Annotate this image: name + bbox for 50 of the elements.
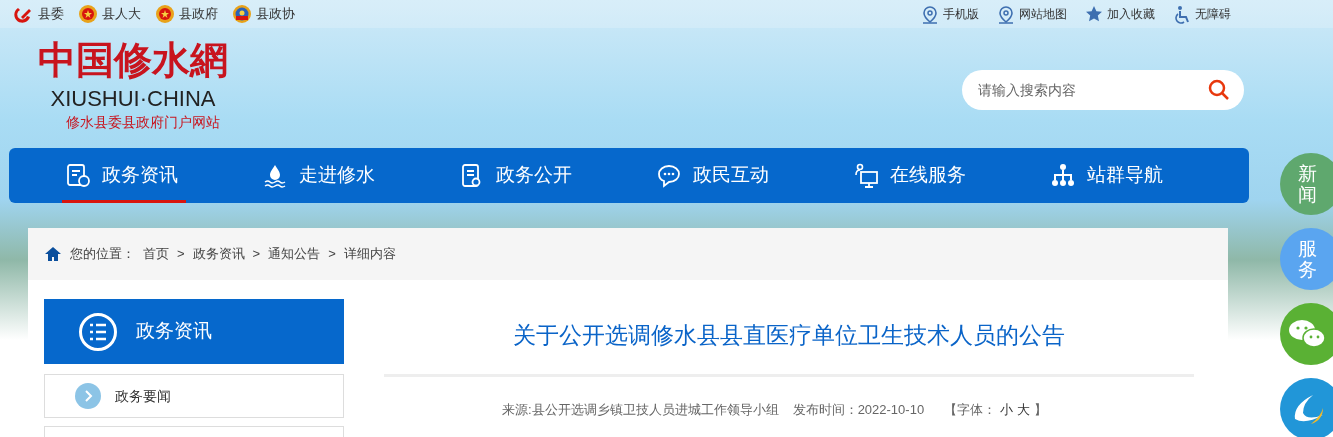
sitemap-icon bbox=[1051, 162, 1077, 189]
font-small-link[interactable]: 小 bbox=[1000, 400, 1014, 420]
search-field[interactable]: 请输入搜索内容 bbox=[962, 70, 1244, 110]
wechat-icon bbox=[1287, 318, 1327, 350]
logo-title: 中国修水網 bbox=[37, 36, 229, 84]
top-link[interactable]: 加入收藏 bbox=[1107, 5, 1155, 23]
document-icon bbox=[66, 162, 92, 189]
logo-english: XIUSHUI·CHINA bbox=[50, 86, 216, 112]
sidebar-item[interactable]: 政务要闻 bbox=[44, 374, 344, 418]
location-pin-icon bbox=[997, 4, 1015, 24]
top-link[interactable]: 县政府 bbox=[179, 4, 218, 24]
breadcrumb-link[interactable]: 详细内容 bbox=[343, 244, 396, 264]
sidebar-title: 政务资讯 bbox=[136, 319, 212, 344]
article-source: 来源:县公开选调乡镇卫技人员进城工作领导小组 bbox=[502, 401, 779, 419]
publish-date: 发布时间：2022-10-10 bbox=[792, 401, 925, 419]
font-size-label: 【字体： bbox=[944, 401, 997, 419]
home-icon bbox=[44, 246, 62, 262]
top-link[interactable]: 县委 bbox=[38, 4, 64, 24]
breadcrumb-separator: > bbox=[252, 245, 261, 264]
logo-subtitle: 修水县委县政府门户网站 bbox=[66, 113, 220, 132]
chat-bubble-icon bbox=[657, 162, 683, 189]
location-pin-icon bbox=[921, 4, 939, 24]
breadcrumb-link[interactable]: 政务资讯 bbox=[192, 244, 245, 264]
breadcrumb-separator: > bbox=[328, 245, 336, 264]
bracket-text: 】 bbox=[1034, 401, 1048, 419]
emblem-icon bbox=[155, 4, 175, 24]
top-link[interactable]: 手机版 bbox=[943, 5, 979, 23]
nav-tab[interactable]: 在线服务 bbox=[854, 148, 1051, 203]
font-large-link[interactable]: 大 bbox=[1017, 400, 1031, 420]
nav-tab[interactable]: 政民互动 bbox=[657, 148, 854, 203]
computer-monitor-icon bbox=[854, 162, 880, 189]
article-title: 关于公开选调修水县县直医疗单位卫生技术人员的公告 bbox=[512, 321, 1066, 350]
top-link[interactable]: 县政协 bbox=[256, 4, 295, 24]
breadcrumb-label: 您的位置： bbox=[70, 245, 135, 264]
nav-tab[interactable]: 政务公开 bbox=[460, 148, 657, 203]
breadcrumb-separator: > bbox=[177, 245, 185, 264]
breadcrumb-link[interactable]: 首页 bbox=[143, 244, 169, 264]
list-icon bbox=[78, 311, 118, 352]
search-icon[interactable] bbox=[1208, 79, 1230, 101]
top-link[interactable]: 县人大 bbox=[102, 4, 141, 24]
star-icon bbox=[1085, 4, 1103, 24]
chevron-circle-icon bbox=[75, 383, 101, 409]
nav-tab[interactable]: 走进修水 bbox=[263, 148, 460, 203]
nav-tab[interactable]: 站群导航 bbox=[1051, 148, 1248, 203]
top-link[interactable]: 无障碍 bbox=[1195, 5, 1231, 23]
emblem-icon bbox=[78, 4, 98, 24]
wheelchair-icon bbox=[1173, 4, 1191, 24]
top-link[interactable]: 网站地图 bbox=[1019, 5, 1067, 23]
breadcrumb-link[interactable]: 通知公告 bbox=[268, 244, 321, 264]
emblem-icon bbox=[232, 4, 252, 24]
